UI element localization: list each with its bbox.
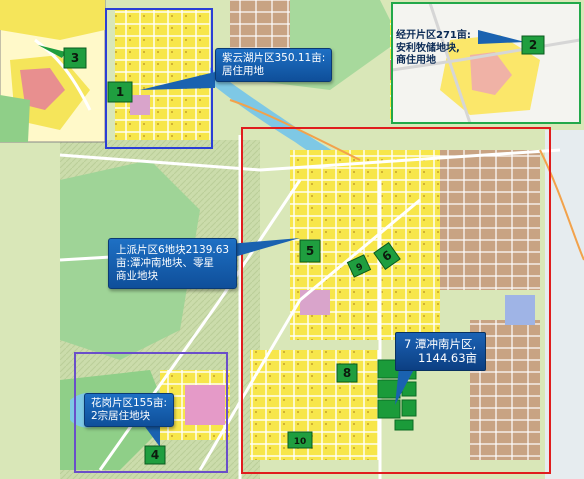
callout-zone-5-line-1: 上派片区6地块2139.63 <box>116 244 230 256</box>
inset-west <box>0 0 106 143</box>
callout-zone-4: 花岗片区155亩: 2宗居住地块 <box>84 393 175 428</box>
marker-number-zone-1: 1 <box>116 85 124 99</box>
callout-zone-2: 经开片区271亩: 安利牧储地块, 商住用地 <box>396 30 471 68</box>
marker-number-zone-10: 10 <box>294 437 307 447</box>
marker-zone-4: 4 <box>144 445 166 465</box>
callout-zone-7: 7 潭冲南片区, 1144.63亩 <box>395 332 487 371</box>
industrial-east-1 <box>440 150 540 290</box>
parcels-south <box>250 350 380 460</box>
marker-zone-2: 2 <box>521 35 545 55</box>
callout-zone-5-line-3: 商业地块 <box>116 270 158 283</box>
marker-zone-1: 1 <box>107 81 133 103</box>
callout-zone-5: 上派片区6地块2139.63 亩:潭冲南地块、零星 商业地块 <box>108 238 238 290</box>
east-blue-parcels <box>505 295 535 325</box>
marker-number-zone-5: 5 <box>306 244 314 258</box>
marker-number-zone-2: 2 <box>529 38 537 52</box>
callout-zone-7-line-1: 7 潭冲南片区, <box>404 337 477 351</box>
map-stage: 1 2 3 4 5 6 8 9 10 紫云湖片区350.11亩: 居住用地 经开片区271亩: … <box>0 0 584 479</box>
marker-zone-8: 8 <box>336 363 358 383</box>
callout-zone-2-line-1: 经开片区271亩: <box>396 30 471 41</box>
parcels-north <box>115 10 210 140</box>
commercial-1 <box>130 95 150 115</box>
marker-number-zone-8: 8 <box>343 366 351 380</box>
marker-zone-3: 3 <box>63 47 87 69</box>
callout-zone-4-line-2: 2宗居住地块 <box>91 410 151 423</box>
callout-zone-2-line-3: 商住用地 <box>396 55 436 66</box>
marker-zone-5: 5 <box>299 239 321 263</box>
commercial-3 <box>300 290 330 315</box>
callout-zone-4-line-1: 花岗片区155亩: <box>91 397 168 409</box>
marker-zone-10: 10 <box>287 431 313 449</box>
commercial-2 <box>185 385 225 425</box>
marker-number-zone-4: 4 <box>151 448 159 462</box>
callout-zone-7-line-2: 1144.63亩 <box>418 351 478 366</box>
callout-zone-1: 紫云湖片区350.11亩: 居住用地 <box>215 48 333 83</box>
callout-zone-1-line-1: 紫云湖片区350.11亩: <box>222 52 326 64</box>
marker-number-zone-3: 3 <box>71 51 79 65</box>
callout-zone-5-line-2: 亩:潭冲南地块、零星 <box>116 257 215 270</box>
callout-zone-2-line-2: 安利牧储地块, <box>396 42 460 54</box>
callout-zone-1-line-2: 居住用地 <box>222 65 264 78</box>
